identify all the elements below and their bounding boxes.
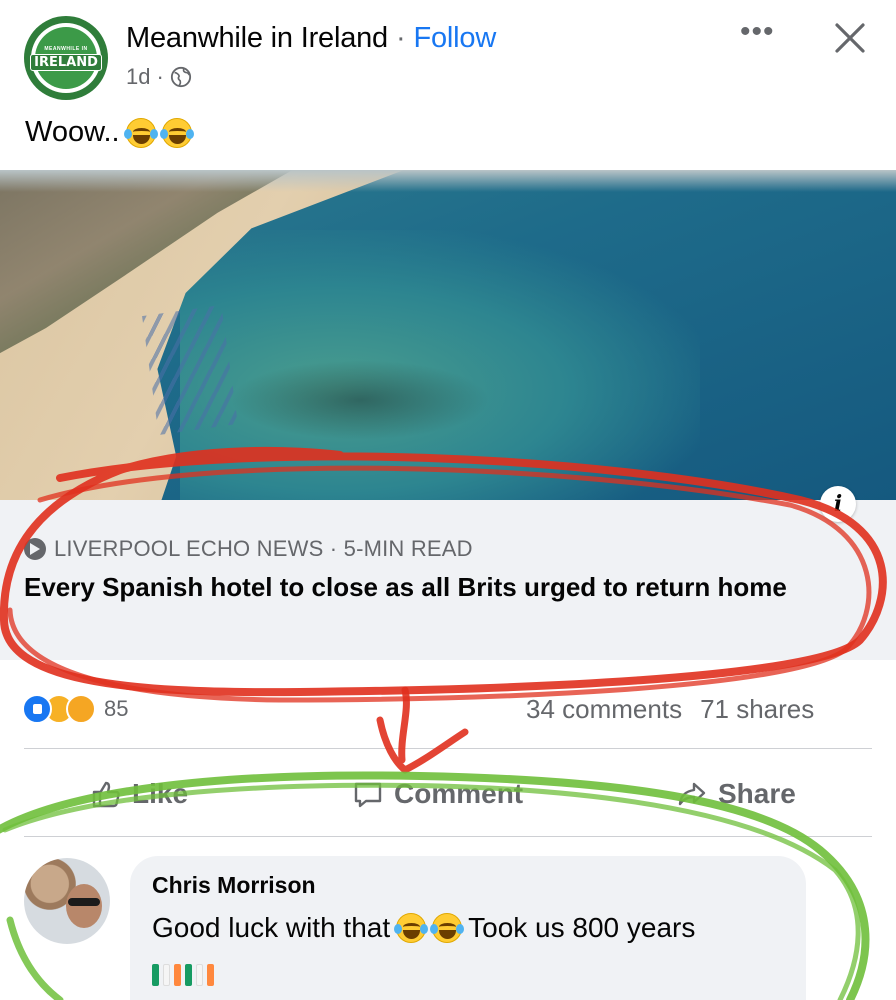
- post-caption: Woow..: [25, 116, 194, 149]
- comment-icon: [354, 782, 382, 808]
- engagement-counts: 34 comments 71 shares: [526, 694, 814, 725]
- comments-count[interactable]: 34 comments: [526, 694, 682, 725]
- like-icon: [92, 781, 120, 808]
- flag-stripe: [152, 964, 159, 986]
- follow-button[interactable]: Follow: [413, 22, 496, 55]
- share-icon: [678, 782, 706, 806]
- avatar-sunglasses: [68, 898, 100, 906]
- link-source-text: LIVERPOOL ECHO NEWS · 5-MIN READ: [54, 536, 473, 561]
- comment-text: Good luck with that Took us 800 years: [152, 912, 695, 944]
- page-logo[interactable]: MEANWHILE IN IRELAND: [24, 16, 108, 100]
- link-headline[interactable]: Every Spanish hotel to close as all Brit…: [24, 570, 854, 604]
- photo-umbrellas: [142, 305, 238, 435]
- link-preview-image[interactable]: [0, 170, 896, 500]
- comment-text-end: Took us 800 years: [468, 912, 696, 943]
- info-icon[interactable]: i: [820, 486, 856, 522]
- photo-reef: [230, 360, 490, 440]
- page-logo-inner: MEANWHILE IN IRELAND: [30, 27, 102, 89]
- reaction-count: 85: [104, 696, 129, 721]
- avatar-person: [66, 884, 102, 928]
- page-name[interactable]: Meanwhile in Ireland: [126, 22, 388, 55]
- comment-label: Comment: [394, 778, 524, 809]
- like-label: Like: [132, 778, 189, 809]
- page-logo-small-text: MEANWHILE IN: [44, 45, 88, 52]
- page-logo-text: IRELAND: [30, 53, 102, 71]
- flag-stripe: [163, 964, 170, 986]
- post-meta: 1d ·: [126, 64, 192, 90]
- share-label: Share: [718, 778, 796, 809]
- action-bar: Like Comment Share: [0, 760, 896, 832]
- reaction-summary[interactable]: 85: [22, 694, 128, 724]
- divider: [24, 748, 872, 749]
- photo-haze: [0, 170, 896, 192]
- comment-author[interactable]: Chris Morrison: [152, 872, 316, 899]
- laughing-emoji-icon: [159, 117, 194, 148]
- name-separator: ·: [396, 22, 406, 54]
- like-reaction-icon: [22, 694, 52, 724]
- more-options-icon[interactable]: •••: [740, 17, 775, 47]
- laughing-emoji-icon: [430, 913, 465, 943]
- flag-stripe: [174, 964, 181, 986]
- commenter-avatar[interactable]: [24, 858, 110, 944]
- divider: [24, 836, 872, 837]
- shares-count[interactable]: 71 shares: [700, 694, 814, 725]
- page-logo-ring: MEANWHILE IN IRELAND: [30, 23, 102, 93]
- flag-stripe: [207, 964, 214, 986]
- laughing-emoji-icon: [394, 913, 429, 943]
- like-button[interactable]: Like: [90, 778, 188, 810]
- share-button[interactable]: Share: [676, 778, 796, 810]
- source-icon: [24, 538, 46, 560]
- post-header: MEANWHILE IN IRELAND Meanwhile in Irelan…: [0, 0, 896, 110]
- care-reaction-icon: [66, 694, 96, 724]
- close-icon[interactable]: [832, 20, 868, 56]
- laughing-emoji-icon: [123, 117, 158, 148]
- comment-text-start: Good luck with that: [152, 912, 391, 943]
- page-name-row: Meanwhile in Ireland · Follow: [126, 22, 496, 55]
- meta-separator: ·: [156, 64, 164, 89]
- link-source: LIVERPOOL ECHO NEWS · 5-MIN READ: [24, 536, 473, 562]
- comment-button[interactable]: Comment: [352, 778, 523, 810]
- globe-icon: [170, 66, 191, 88]
- flag-stripe: [185, 964, 192, 986]
- caption-text: Woow..: [25, 116, 120, 148]
- irish-flag-icon: [152, 964, 214, 986]
- post-time[interactable]: 1d: [126, 64, 150, 90]
- flag-stripe: [196, 964, 203, 986]
